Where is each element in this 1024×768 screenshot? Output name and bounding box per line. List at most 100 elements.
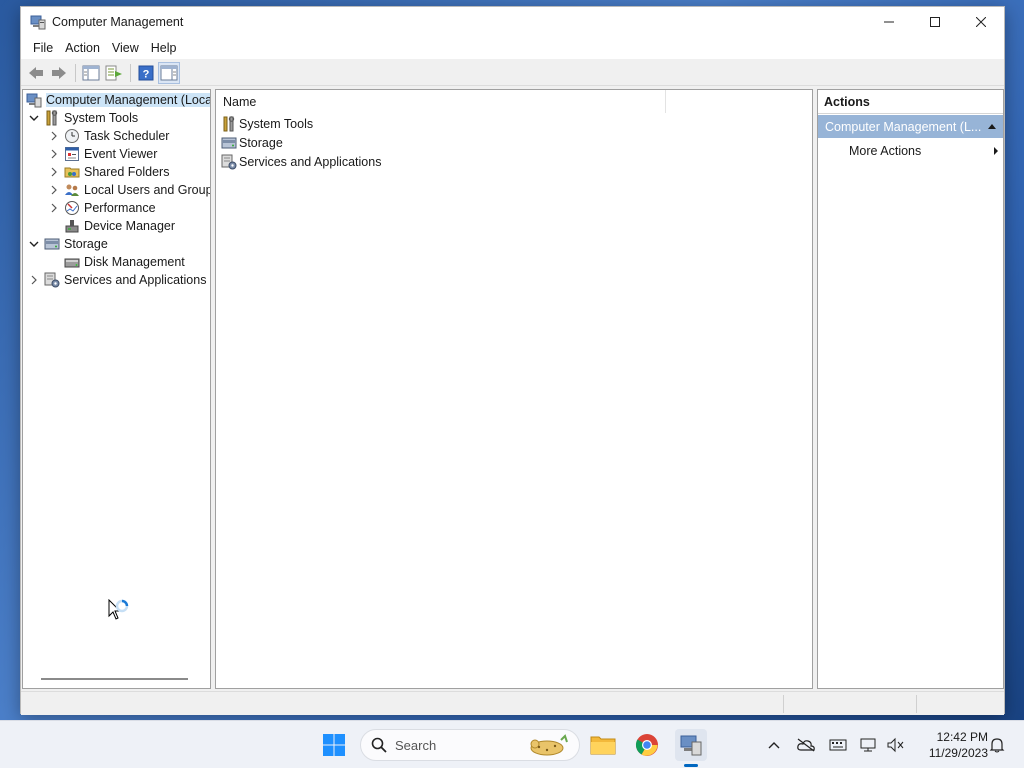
onedrive-tray-icon[interactable]: [796, 735, 816, 755]
list-item-storage[interactable]: Storage: [221, 134, 283, 152]
tree-item-computer-management[interactable]: Computer Management (Local: [26, 91, 210, 109]
chevron-right-icon[interactable]: [48, 148, 60, 160]
chevron-right-icon[interactable]: [48, 166, 60, 178]
taskbar-search-box[interactable]: Search: [360, 729, 580, 761]
chrome-icon: [635, 734, 658, 756]
tree-item-label: Computer Management (Local: [46, 93, 210, 107]
disk-icon: [64, 254, 80, 270]
maximize-button[interactable]: [912, 7, 958, 37]
busy-cursor-icon: [108, 598, 132, 624]
list-item-label: Services and Applications: [239, 155, 382, 169]
list-item-services-and-applications[interactable]: Services and Applications: [221, 153, 381, 171]
toolbar: ?: [21, 60, 1004, 86]
clock-date: 11/29/2023: [928, 746, 988, 760]
tree-item-performance[interactable]: Performance: [48, 199, 156, 217]
clock-time: 12:42 PM: [936, 730, 988, 744]
chevron-down-icon[interactable]: [28, 112, 40, 124]
more-actions-label: More Actions: [849, 144, 922, 158]
chevron-up-icon: [768, 742, 780, 749]
list-item-system-tools[interactable]: System Tools: [221, 115, 313, 133]
show-hide-console-tree-button[interactable]: [80, 62, 102, 84]
computer-management-window: Computer Management File Action View Hel…: [20, 6, 1005, 715]
tools-icon: [44, 110, 60, 126]
forward-arrow-icon: [52, 66, 66, 79]
bell-icon: [989, 738, 1005, 753]
close-icon: [976, 17, 986, 27]
start-button[interactable]: [318, 729, 350, 761]
export-list-button[interactable]: [103, 62, 125, 84]
list-item-label: System Tools: [239, 117, 314, 131]
tree-item-services-and-applications[interactable]: Services and Applications: [28, 271, 206, 289]
tree-item-device-manager[interactable]: Device Manager: [64, 217, 175, 235]
more-actions-item[interactable]: More Actions: [849, 141, 999, 161]
storage-icon: [44, 236, 60, 252]
services-icon: [44, 272, 60, 288]
menu-bar: File Action View Help: [21, 37, 1004, 59]
users-icon: [64, 182, 80, 198]
help-icon: ?: [138, 65, 154, 80]
chevron-right-icon[interactable]: [48, 130, 60, 142]
tree-item-label: Event Viewer: [84, 147, 158, 161]
minimize-button[interactable]: [866, 7, 912, 37]
tree-item-shared-folders[interactable]: Shared Folders: [48, 163, 169, 181]
menu-action[interactable]: Action: [59, 41, 106, 55]
status-divider: [916, 695, 917, 713]
chevron-right-icon[interactable]: [48, 184, 60, 196]
tools-icon: [221, 116, 237, 132]
forward-button[interactable]: [48, 62, 70, 84]
event-viewer-icon: [64, 146, 80, 162]
file-explorer-button[interactable]: [587, 729, 619, 761]
status-divider: [783, 695, 784, 713]
computer-management-icon: [26, 92, 42, 108]
tree-item-system-tools[interactable]: System Tools: [28, 109, 138, 127]
tree-item-event-viewer[interactable]: Event Viewer: [48, 145, 157, 163]
show-hide-action-pane-icon: [160, 65, 178, 80]
list-item-label: Storage: [239, 136, 283, 150]
keyboard-icon: [829, 739, 847, 751]
title-bar[interactable]: Computer Management: [21, 7, 1004, 37]
tree-item-label: Services and Applications: [64, 273, 207, 287]
notifications-button[interactable]: [987, 735, 1007, 755]
tree-item-disk-management[interactable]: Disk Management: [64, 253, 185, 271]
show-hide-action-pane-button[interactable]: [158, 61, 180, 84]
menu-help[interactable]: Help: [145, 41, 183, 55]
close-button[interactable]: [958, 7, 1004, 37]
menu-view[interactable]: View: [106, 41, 145, 55]
submenu-arrow-icon: [994, 147, 998, 155]
show-hidden-icons-button[interactable]: [764, 735, 784, 755]
active-app-indicator: [684, 764, 698, 767]
actions-section-label: Computer Management (L...: [825, 119, 982, 134]
status-bar: [21, 691, 1004, 715]
chrome-button[interactable]: [631, 729, 663, 761]
volume-tray-icon[interactable]: [886, 735, 906, 755]
help-button[interactable]: ?: [135, 62, 157, 84]
chevron-down-icon[interactable]: [28, 238, 40, 250]
menu-file[interactable]: File: [27, 41, 59, 55]
chevron-right-icon[interactable]: [48, 202, 60, 214]
computer-management-icon: [30, 14, 46, 30]
tree-item-task-scheduler[interactable]: Task Scheduler: [48, 127, 169, 145]
search-highlight-icon: [530, 734, 568, 756]
tree-item-storage[interactable]: Storage: [28, 235, 108, 253]
network-tray-icon[interactable]: [859, 735, 879, 755]
cloud-offline-icon: [797, 738, 815, 752]
horizontal-scrollbar[interactable]: [41, 678, 188, 680]
performance-icon: [64, 200, 80, 216]
tree-item-label: Performance: [84, 201, 156, 215]
back-button[interactable]: [25, 62, 47, 84]
computer-management-taskbar-button[interactable]: [675, 729, 707, 767]
actions-section-computer-management[interactable]: Computer Management (L...: [818, 115, 1003, 138]
taskbar-clock[interactable]: 12:42 PM 11/29/2023: [912, 729, 988, 761]
column-header-name[interactable]: Name: [216, 90, 666, 113]
keyboard-tray-icon[interactable]: [828, 735, 848, 755]
minimize-icon: [884, 21, 894, 23]
tree-item-local-users-and-groups[interactable]: Local Users and Groups: [48, 181, 210, 199]
details-pane[interactable]: Name System Tools Storage Services and A…: [215, 89, 813, 689]
maximize-icon: [930, 17, 940, 27]
search-icon: [371, 737, 387, 753]
export-list-icon: [105, 65, 122, 80]
chevron-right-icon[interactable]: [28, 274, 40, 286]
window-title: Computer Management: [52, 15, 184, 29]
tree-item-label: Shared Folders: [84, 165, 170, 179]
svg-text:?: ?: [143, 68, 150, 80]
